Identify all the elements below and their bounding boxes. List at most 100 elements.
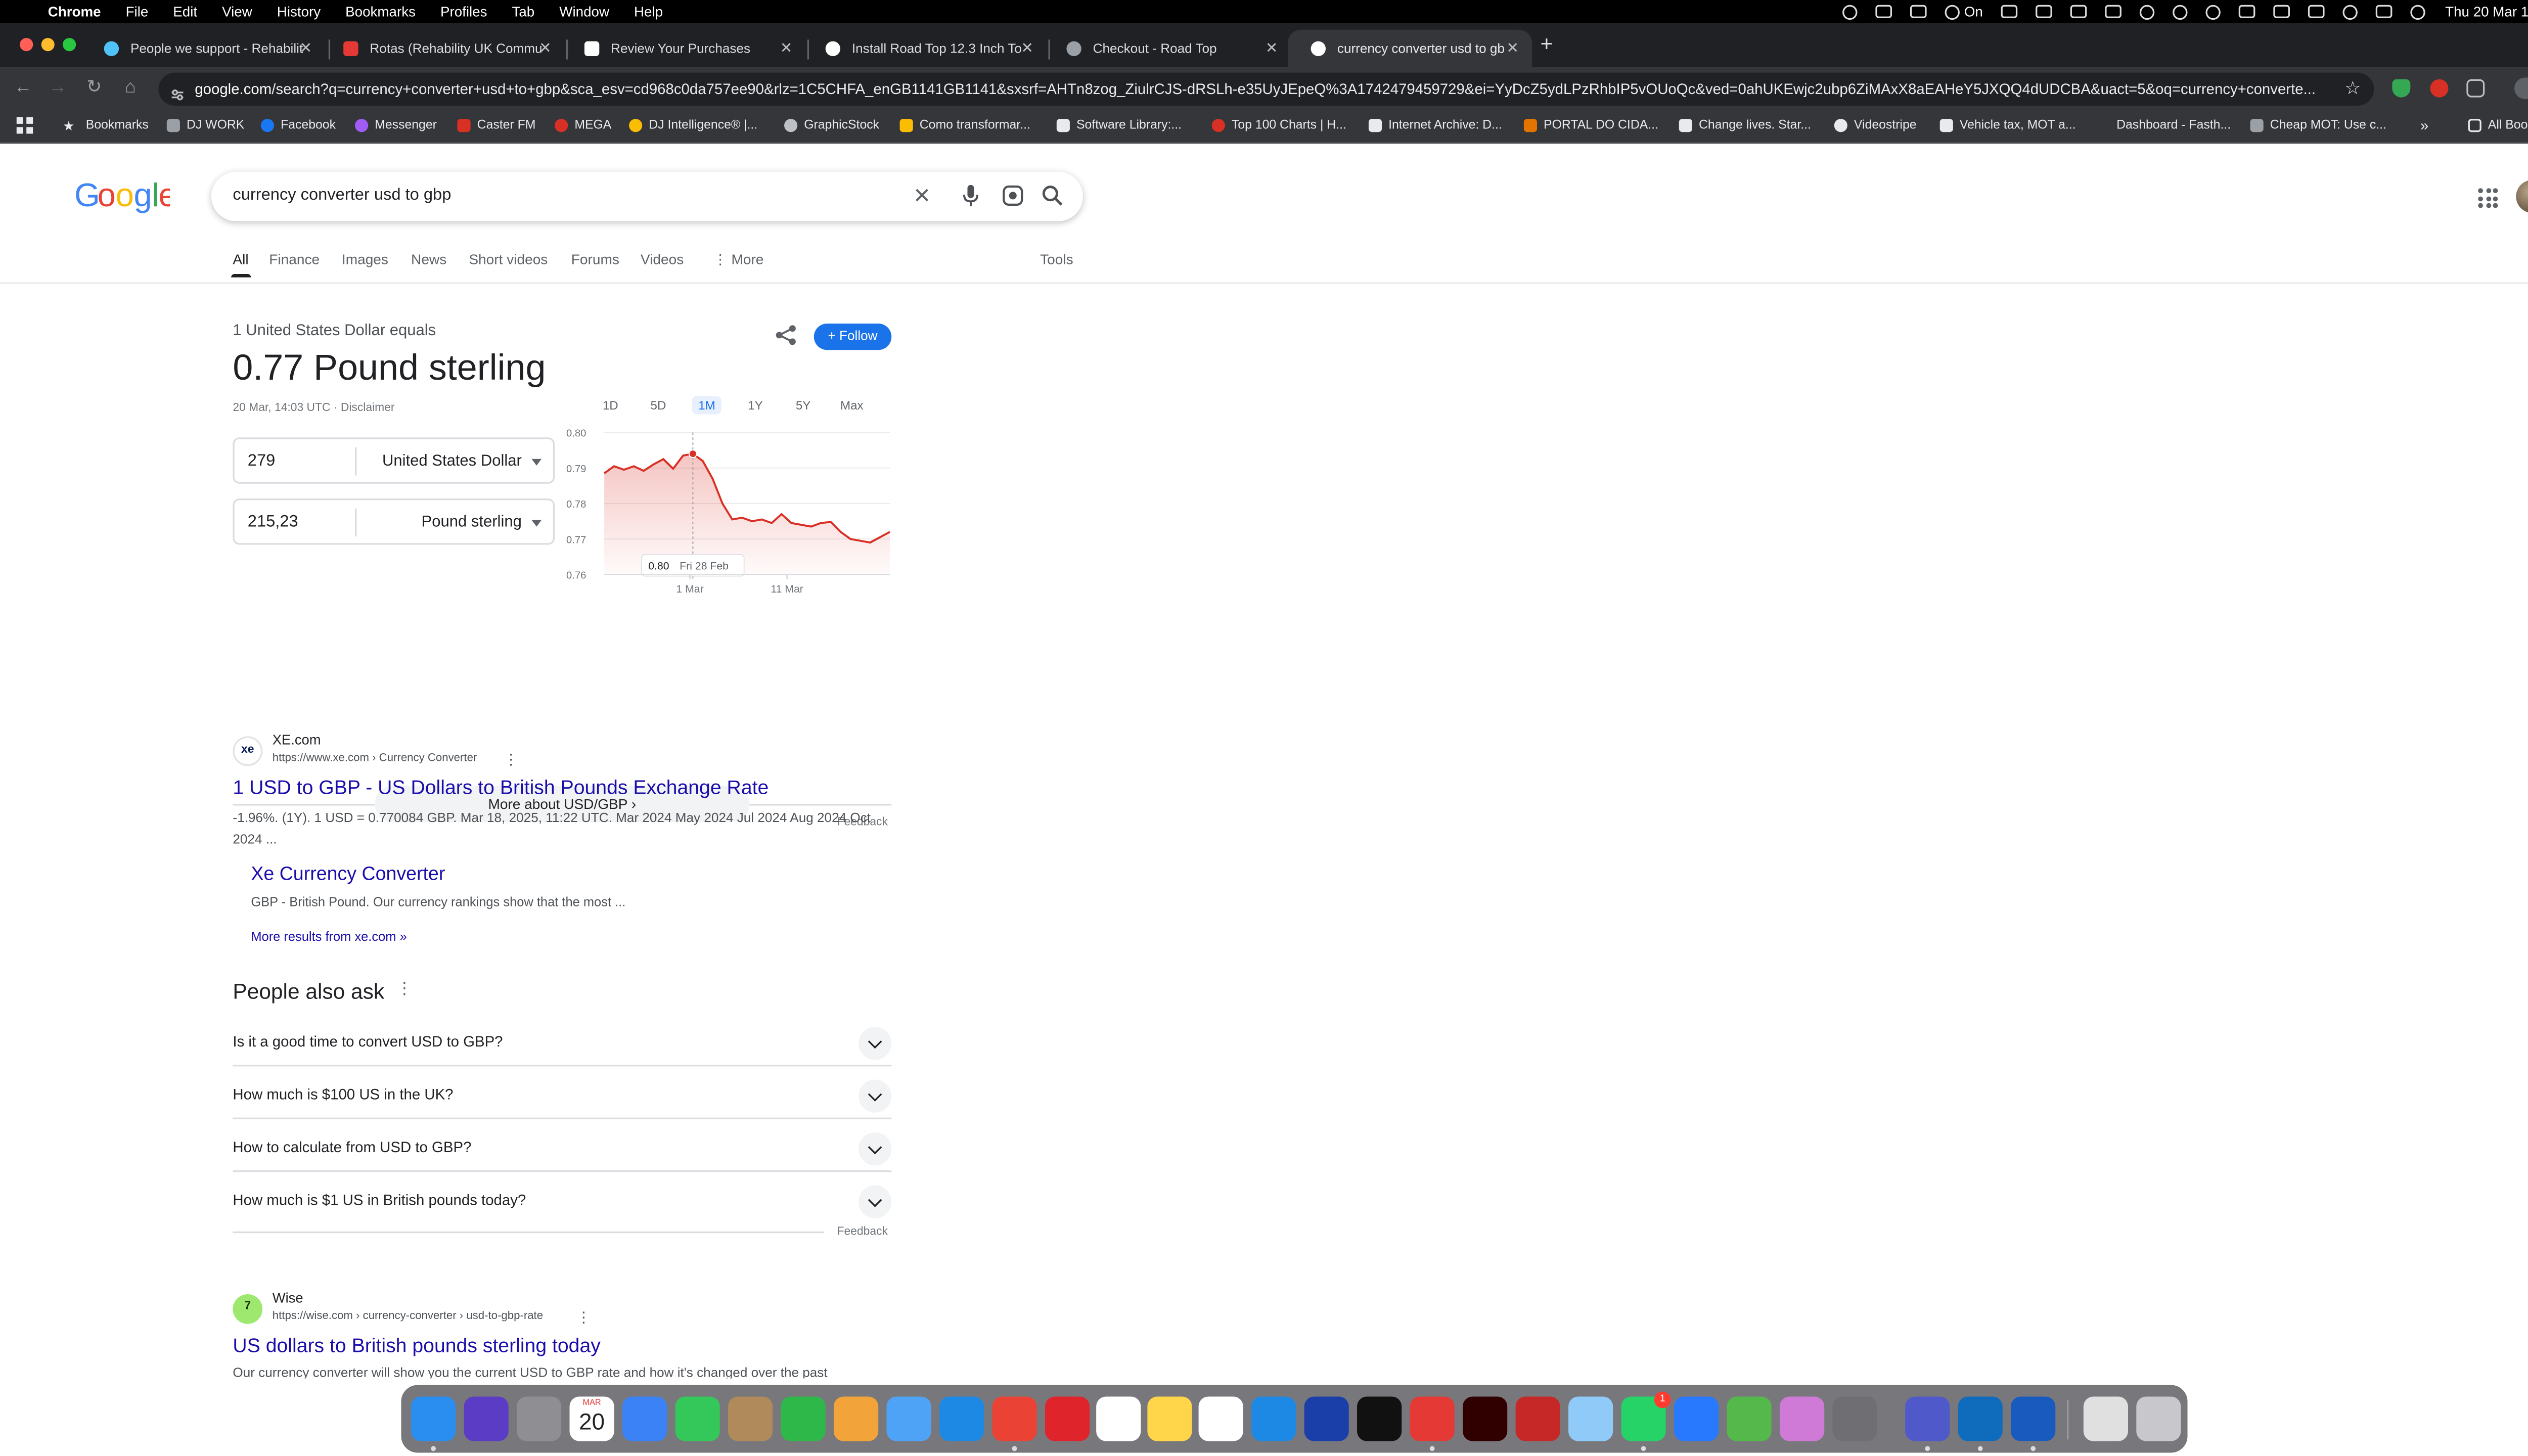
result-title-link[interactable]: 1 USD to GBP - US Dollars to British Pou…	[233, 776, 769, 799]
voice-search-icon[interactable]	[963, 185, 979, 211]
tab-news[interactable]: News	[411, 251, 446, 267]
tools-button[interactable]: Tools	[1040, 251, 1073, 267]
illustrator-icon[interactable]	[1463, 1396, 1508, 1441]
result-more-icon[interactable]: ⋮	[576, 1309, 591, 1327]
close-tab-icon[interactable]: ✕	[780, 39, 793, 58]
dropdown-caret-icon[interactable]	[531, 459, 542, 466]
exchange-rate-chart[interactable]: 0.80 0.79 0.78 0.77 0.76 0.80 Fri 28 Feb 1 Mar 1…	[563, 423, 893, 613]
files-icon[interactable]	[2083, 1396, 2128, 1441]
status-app-icon[interactable]	[1842, 4, 1857, 19]
bookmark-item[interactable]: Videostripe	[1834, 117, 1917, 132]
search-input[interactable]: currency converter usd to gbp	[233, 187, 451, 205]
trash-icon[interactable]	[2136, 1396, 2181, 1441]
close-tab-icon[interactable]: ✕	[539, 39, 552, 58]
display-icon[interactable]	[2001, 5, 2018, 18]
more-results-link[interactable]: More results from xe.com »	[251, 929, 407, 944]
maps-icon[interactable]	[886, 1396, 931, 1441]
spotlight-icon[interactable]	[2342, 4, 2358, 19]
siri-icon[interactable]	[464, 1396, 509, 1441]
chart-highlight-point[interactable]	[688, 449, 697, 459]
paa-question[interactable]: How to calculate from USD to GBP?	[233, 1119, 892, 1172]
search-box[interactable]: currency converter usd to gbp ✕	[211, 171, 1084, 221]
user-icon[interactable]	[2205, 4, 2221, 19]
menu-edit[interactable]: Edit	[173, 4, 197, 20]
airdrop-icon[interactable]	[2140, 4, 2155, 19]
more-bookmarks-icon[interactable]: »	[2420, 117, 2428, 134]
follow-button[interactable]: + Follow	[814, 323, 892, 350]
tidal-icon[interactable]	[1357, 1396, 1402, 1441]
address-bar[interactable]: google.com/search?q=currency+converter+u…	[158, 72, 2374, 106]
reload-icon[interactable]: ↻	[82, 76, 106, 99]
bookmark-item[interactable]: Cheap MOT: Use c...	[2250, 117, 2386, 132]
menu-profiles[interactable]: Profiles	[440, 4, 487, 20]
account-avatar[interactable]	[2516, 179, 2528, 213]
app-store-icon[interactable]	[1251, 1396, 1296, 1441]
from-amount-input[interactable]: 279	[248, 452, 275, 471]
google-apps-icon[interactable]	[2478, 188, 2498, 208]
clear-search-icon[interactable]: ✕	[913, 183, 931, 209]
share-icon[interactable]	[774, 324, 797, 347]
preview-icon[interactable]	[1568, 1396, 1613, 1441]
apple-menu-icon[interactable]	[18, 4, 35, 20]
close-tab-icon[interactable]: ✕	[1506, 39, 1519, 58]
app-icon[interactable]	[1779, 1396, 1825, 1441]
finder-icon[interactable]	[411, 1396, 456, 1441]
menu-history[interactable]: History	[277, 4, 321, 20]
acrobat-icon[interactable]	[1515, 1396, 1560, 1441]
browser-tab[interactable]: Checkout - Road Top ✕	[1044, 30, 1291, 68]
result-title-link[interactable]: US dollars to British pounds sterling to…	[233, 1334, 600, 1357]
safari-icon[interactable]	[939, 1396, 984, 1441]
tab-forums[interactable]: Forums	[571, 251, 619, 267]
search-icon[interactable]	[1042, 185, 1063, 211]
upload-icon[interactable]	[2036, 5, 2053, 18]
bookmark-item[interactable]: Como transformar...	[899, 117, 1030, 132]
chevron-down-icon[interactable]	[858, 1185, 892, 1218]
new-tab-icon[interactable]: +	[1541, 31, 1553, 56]
word-icon[interactable]	[2011, 1396, 2056, 1441]
close-tab-icon[interactable]: ✕	[299, 39, 312, 58]
freeform-icon[interactable]	[1096, 1396, 1141, 1441]
bluetooth-icon[interactable]	[2239, 5, 2255, 18]
bookmark-item[interactable]: ★ Bookmarks	[63, 117, 149, 133]
to-amount-input[interactable]: 215,23	[248, 514, 298, 532]
extension-m-icon[interactable]	[2430, 79, 2449, 98]
all-bookmarks-folder[interactable]: All Bookmarks	[2468, 117, 2528, 132]
bookmark-item[interactable]: Top 100 Charts | H...	[1211, 117, 1346, 132]
menu-bookmarks[interactable]: Bookmarks	[345, 4, 416, 20]
lens-search-icon[interactable]	[1002, 185, 1023, 211]
photos-icon[interactable]	[833, 1396, 879, 1441]
focus-icon[interactable]	[1944, 4, 1960, 19]
wifi-icon[interactable]	[2308, 5, 2325, 18]
menu-window[interactable]: Window	[559, 4, 609, 20]
extension-shield-icon[interactable]	[2392, 79, 2411, 98]
outlook-icon[interactable]	[1958, 1396, 2003, 1441]
whatsapp-icon[interactable]: 1	[1621, 1391, 1671, 1441]
control-center-icon[interactable]	[2376, 5, 2392, 18]
close-window-button[interactable]	[20, 38, 33, 52]
menubar-clock[interactable]: Thu 20 Mar 14:10:59	[2445, 4, 2528, 20]
site-info-icon[interactable]	[170, 81, 185, 101]
range-max[interactable]: Max	[840, 398, 864, 413]
chevron-down-icon[interactable]	[858, 1027, 892, 1060]
bookmark-item[interactable]: DJ Intelligence® |...	[629, 117, 757, 132]
tab-all[interactable]: All	[231, 251, 250, 278]
browser-tab-active[interactable]: currency converter usd to gb ✕	[1287, 29, 1532, 68]
bookmark-item[interactable]: Software Library:...	[1056, 117, 1182, 132]
menu-file[interactable]: File	[126, 4, 149, 20]
from-currency-select[interactable]: United States Dollar	[382, 452, 522, 471]
bookmark-item[interactable]: Change lives. Star...	[1679, 117, 1811, 132]
facetime-icon[interactable]	[781, 1396, 826, 1441]
tab-images[interactable]: Images	[342, 251, 388, 267]
back-icon[interactable]: ←	[12, 76, 35, 99]
chevron-down-icon[interactable]	[858, 1079, 892, 1113]
chevron-down-icon[interactable]	[858, 1132, 892, 1166]
paa-question[interactable]: How much is $100 US in the UK?	[233, 1066, 892, 1119]
contacts-icon[interactable]	[728, 1396, 773, 1441]
forward-icon[interactable]: →	[46, 76, 69, 99]
messenger-icon[interactable]	[1674, 1396, 1719, 1441]
bookmark-item[interactable]: PORTAL DO CIDA...	[1523, 117, 1658, 132]
chrome-icon[interactable]	[992, 1396, 1037, 1441]
paa-question[interactable]: How much is $1 US in British pounds toda…	[233, 1172, 892, 1224]
to-currency-select[interactable]: Pound sterling	[422, 514, 522, 532]
tab-finance[interactable]: Finance	[269, 251, 320, 267]
